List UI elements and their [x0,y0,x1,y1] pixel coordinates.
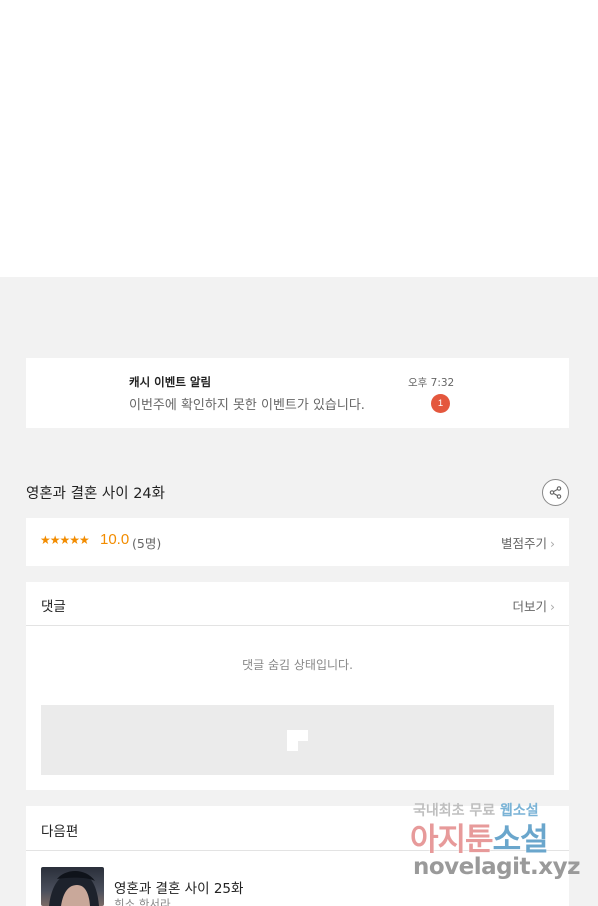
chevron-right-icon: › [550,536,555,551]
rating-panel: ★★★★★ 10.0 (5명) 별점주기 › [26,518,569,566]
rate-button[interactable]: 별점주기 › [501,533,555,552]
rating-stars: ★★★★★ [40,533,90,547]
rating-score: 10.0 [100,531,130,548]
rate-button-label: 별점주기 [500,536,547,551]
share-button[interactable] [542,479,569,506]
next-episode-thumbnail[interactable] [41,867,104,906]
next-episode-title[interactable]: 영혼과 결혼 사이 25화 [114,877,243,897]
event-notification-card[interactable]: 캐시 이벤트 알림 이번주에 확인하지 못한 이벤트가 있습니다. 오후 7:3… [26,358,569,428]
site-watermark: 국내최초 무료 웹소설 아지툰소설 novelagit.xyz [410,800,580,890]
comments-title: 댓글 [41,599,66,615]
watermark-url: novelagit.xyz [413,854,580,880]
ad-placeholder [41,705,554,775]
notification-message: 이번주에 확인하지 못한 이벤트가 있습니다. [129,398,365,413]
content-blank-area [0,0,598,277]
rating-count: (5명) [132,536,162,551]
next-episode-section-title: 다음편 [41,824,79,840]
share-icon [549,486,562,499]
notification-time: 오후 7:32 [408,377,455,389]
comments-more-link[interactable]: 더보기 › [512,596,555,615]
ad-placeholder-icon [287,730,308,751]
comments-header: 댓글 더보기 › [26,582,569,626]
notification-badge: 1 [431,394,450,413]
comments-panel: 댓글 더보기 › 댓글 숨김 상태입니다. [26,582,569,790]
chevron-right-icon: › [550,599,555,614]
next-episode-author: 희소,한서라 [114,897,171,906]
comments-hidden-message: 댓글 숨김 상태입니다. [242,658,353,672]
thumbnail-art [49,871,99,906]
watermark-logo-text: 아지툰소설 [410,822,549,858]
notification-title: 캐시 이벤트 알림 [129,375,212,389]
comments-more-label: 더보기 [512,599,547,614]
episode-title: 영혼과 결혼 사이 24화 [26,486,165,502]
